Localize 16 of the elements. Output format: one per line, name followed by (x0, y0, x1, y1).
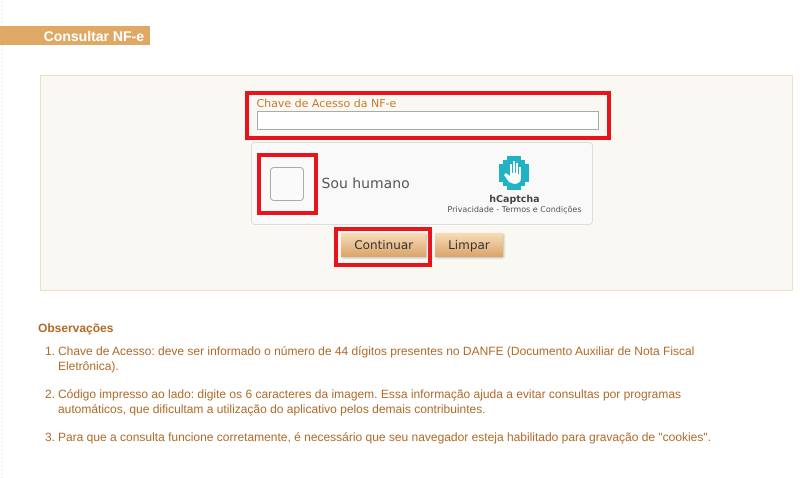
note-text: Código impresso ao lado: digite os 6 caracteres da imagem. Essa informação ajuda a evitar consultas por programas automáticos, que dificultam a utilização do aplicativo pelos demais contribuintes. (58, 387, 682, 417)
field-label: Chave de Acesso da NF-e (256, 97, 398, 110)
page-title: Consultar NF-e (0, 26, 150, 45)
list-number: 2. (45, 387, 56, 403)
list-number: 1. (45, 344, 56, 360)
clear-button[interactable]: Limpar (435, 233, 503, 257)
access-key-field[interactable] (256, 111, 598, 130)
captcha-links[interactable]: Privacidade - Termos e Condições (447, 204, 582, 214)
continue-button[interactable]: Continuar (341, 233, 426, 257)
captcha-label: Sou humano (322, 176, 410, 192)
list-number: 3. (45, 430, 56, 445)
note-text: Chave de Acesso: deve ser informado o número de 44 dígitos presentes no DANFE (Documento Auxiliar de Nota Fiscal Eletrônica). (58, 344, 696, 374)
captcha-checkbox[interactable] (270, 166, 304, 200)
notes-title: Observações (38, 321, 114, 335)
captcha-brand: hCaptcha (489, 194, 540, 204)
note-text: Para que a consulta funcione corretamente, é necessário que seu navegador esteja habilitado para gravação de "cookies". (58, 430, 711, 445)
